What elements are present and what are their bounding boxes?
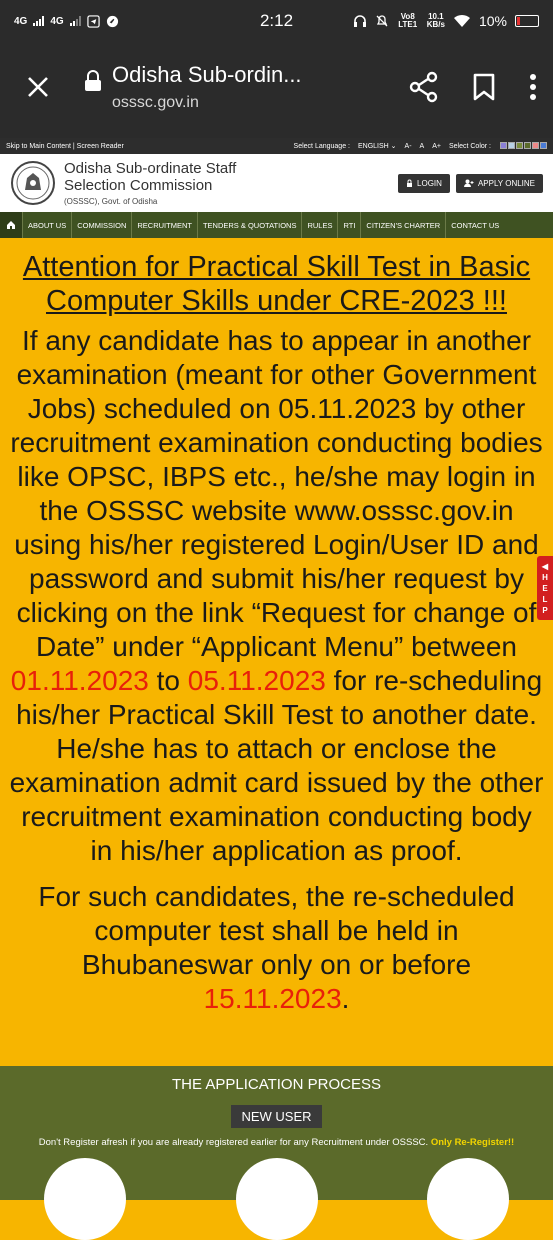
nav-tenders[interactable]: TENDERS & QUOTATIONS: [196, 212, 301, 238]
notice-to: to: [148, 665, 188, 696]
network-1: 4G: [14, 15, 28, 27]
step-circle: [427, 1158, 509, 1240]
color-swatch[interactable]: [540, 142, 547, 150]
skip-link[interactable]: Skip to Main Content | Screen Reader: [6, 143, 124, 150]
user-add-icon: [463, 179, 474, 187]
notice-para2-end: .: [341, 983, 350, 1014]
headphones-icon: [353, 15, 366, 27]
strip-tools: Select Language : ENGLISH ⌄ A- A A+ Sele…: [294, 142, 547, 150]
help-tab[interactable]: ◀ H E L P: [537, 556, 553, 620]
step-circles: [0, 1158, 553, 1240]
lock-icon[interactable]: [84, 70, 106, 97]
login-button[interactable]: LOGIN: [398, 173, 450, 193]
net-speed: 10.1 KB/s: [427, 13, 445, 29]
status-right: Vo8 LTE1 10.1 KB/s 10%: [353, 13, 539, 29]
more-options-icon[interactable]: [529, 73, 537, 101]
language-value: ENGLISH: [357, 143, 389, 150]
font-small-button[interactable]: A-: [405, 143, 412, 150]
notice-panel: Attention for Practical Skill Test in Ba…: [0, 238, 553, 1016]
telegram-icon: [87, 14, 100, 28]
browser-actions: [409, 71, 537, 103]
notice-title[interactable]: Attention for Practical Skill Test in Ba…: [8, 250, 545, 318]
notice-paragraph-2: For such candidates, the re-scheduled co…: [8, 880, 545, 1016]
org-name-line-1: Odisha Sub-ordinate Staff: [64, 160, 237, 177]
new-user-button[interactable]: NEW USER: [231, 1105, 322, 1128]
site-header: Odisha Sub-ordinate Staff Selection Comm…: [0, 154, 553, 212]
clock: 2:12: [259, 11, 294, 30]
language-label: Select Language :: [293, 142, 350, 150]
status-bar: 4G 4G 2:12 Vo8 LTE1 10.1 KB/s 10%: [0, 0, 553, 42]
accessibility-strip: Skip to Main Content | Screen Reader Sel…: [0, 138, 553, 154]
share-icon[interactable]: [409, 71, 439, 103]
wifi-icon: [453, 14, 470, 27]
notice-body-text: If any candidate has to appear in anothe…: [10, 325, 543, 662]
bookmark-icon[interactable]: [473, 73, 495, 101]
login-label: LOGIN: [417, 178, 442, 188]
re-register-link[interactable]: Only Re-Register!!: [431, 1137, 514, 1148]
color-label: Select Color :: [448, 142, 491, 150]
notice-final-date: 15.11.2023: [203, 983, 342, 1014]
message-icon: [106, 15, 118, 27]
color-swatch[interactable]: [524, 142, 531, 150]
notice-date-to: 05.11.2023: [187, 665, 326, 696]
nav-commission[interactable]: COMMISSION: [71, 212, 131, 238]
apply-online-label: APPLY ONLINE: [477, 178, 535, 188]
application-process-title: THE APPLICATION PROCESS: [172, 1076, 381, 1093]
help-label-l: L: [542, 594, 548, 604]
signal-icon-2: [69, 16, 81, 26]
header-buttons: LOGIN APPLY ONLINE: [398, 173, 543, 193]
mute-icon: [376, 15, 388, 27]
help-label-p: P: [542, 605, 548, 615]
odisha-emblem-logo: [11, 161, 55, 205]
language-select[interactable]: ENGLISH ⌄: [358, 142, 397, 150]
browser-toolbar: Odisha Sub-ordin... osssc.gov.in: [0, 42, 553, 138]
font-large-button[interactable]: A+: [432, 143, 441, 150]
net-speed-unit: KB/s: [426, 20, 445, 29]
org-name-block: Odisha Sub-ordinate Staff Selection Comm…: [64, 160, 236, 206]
color-swatch[interactable]: [516, 142, 523, 150]
nav-rules[interactable]: RULES: [301, 212, 337, 238]
close-icon[interactable]: [18, 67, 58, 107]
application-note-text: Don't Register afresh if you are already…: [38, 1137, 429, 1148]
application-note: Don't Register afresh if you are already…: [0, 1137, 553, 1148]
color-swatches: [499, 142, 547, 150]
battery-icon: [515, 15, 539, 27]
color-swatch[interactable]: [508, 142, 515, 150]
step-circle: [44, 1158, 126, 1240]
font-normal-button[interactable]: A: [420, 143, 425, 150]
color-swatch[interactable]: [532, 142, 539, 150]
nav-contact-us[interactable]: CONTACT US: [445, 212, 504, 238]
nav-about-us[interactable]: ABOUT US: [22, 212, 71, 238]
volte-label: Vo8 LTE1: [398, 12, 418, 29]
notice-body: If any candidate has to appear in anothe…: [8, 324, 545, 868]
apply-online-button[interactable]: APPLY ONLINE: [455, 173, 543, 193]
nav-rti[interactable]: RTI: [337, 212, 360, 238]
nav-recruitment[interactable]: RECRUITMENT: [131, 212, 197, 238]
help-label-h: H: [542, 572, 548, 582]
lock-small-icon: [407, 179, 413, 187]
page-title: Odisha Sub-ordin...: [112, 62, 302, 87]
nav-citizens-charter[interactable]: CITIZEN'S CHARTER: [360, 212, 445, 238]
signal-icon: [33, 16, 45, 26]
url-block[interactable]: Odisha Sub-ordin... osssc.gov.in: [112, 62, 409, 112]
org-name-line-2: Selection Commission: [64, 177, 213, 194]
home-icon[interactable]: [0, 212, 22, 238]
help-chevron-icon: ◀: [541, 561, 549, 571]
application-process-section: THE APPLICATION PROCESS NEW USER Don't R…: [0, 1066, 553, 1240]
status-left: 4G 4G: [14, 14, 119, 28]
network-2: 4G: [50, 15, 64, 27]
org-subtitle: (OSSSC), Govt. of Odisha: [64, 197, 158, 206]
main-nav: ABOUT US COMMISSION RECRUITMENT TENDERS …: [0, 212, 553, 238]
step-circle: [235, 1158, 318, 1240]
notice-para2-text: For such candidates, the re-scheduled co…: [38, 881, 515, 980]
color-swatch[interactable]: [500, 142, 507, 150]
notice-date-from: 01.11.2023: [10, 665, 149, 696]
help-label-e: E: [542, 583, 548, 593]
battery-percent: 10%: [478, 13, 507, 29]
url-host: osssc.gov.in: [112, 94, 199, 111]
